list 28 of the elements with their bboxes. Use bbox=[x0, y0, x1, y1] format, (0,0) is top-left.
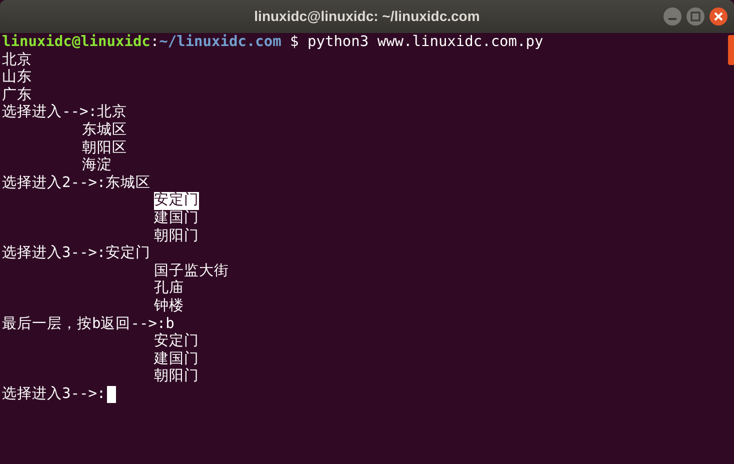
prompt-user-host: linuxidc@linuxidc bbox=[2, 34, 150, 52]
prompt-separator: : bbox=[150, 34, 160, 52]
menu-option: 安定门 bbox=[154, 333, 199, 351]
menu-option: 海淀 bbox=[82, 157, 112, 175]
menu-option: 朝阳门 bbox=[154, 368, 199, 386]
output-line: 最后一层，按b返回-->:b bbox=[2, 316, 174, 332]
menu-option: 朝阳门 bbox=[154, 228, 199, 246]
minimize-icon[interactable] bbox=[663, 7, 682, 26]
output-line: 山东 bbox=[2, 69, 32, 86]
window-title: linuxidc@linuxidc: ~/linuxidc.com bbox=[254, 7, 480, 26]
output-line: 选择进入2-->:东城区 bbox=[2, 174, 151, 192]
menu-option: 朝阳区 bbox=[82, 140, 127, 158]
menu-option: 国子监大街 bbox=[154, 262, 229, 280]
scrollbar-thumb[interactable] bbox=[728, 35, 734, 65]
output-line: 北京 bbox=[2, 52, 32, 68]
output-line: 选择进入3-->: bbox=[2, 386, 106, 404]
output-line: 广东 bbox=[2, 86, 32, 104]
prompt-path: ~/linuxidc.com bbox=[159, 34, 282, 52]
output-line: 选择进入-->:北京 bbox=[2, 104, 127, 122]
menu-option: 建国门 bbox=[154, 350, 199, 368]
close-icon[interactable] bbox=[709, 7, 728, 26]
menu-option: 孔庙 bbox=[154, 280, 184, 298]
menu-option: 建国门 bbox=[154, 210, 199, 228]
output-line: 选择进入3-->:安定门 bbox=[2, 245, 151, 263]
menu-option: 东城区 bbox=[82, 122, 127, 140]
command-text: $ python3 www.linuxidc.com.py bbox=[290, 34, 544, 52]
menu-option: 钟楼 bbox=[154, 298, 184, 316]
menu-option: 安定门 bbox=[154, 192, 199, 210]
